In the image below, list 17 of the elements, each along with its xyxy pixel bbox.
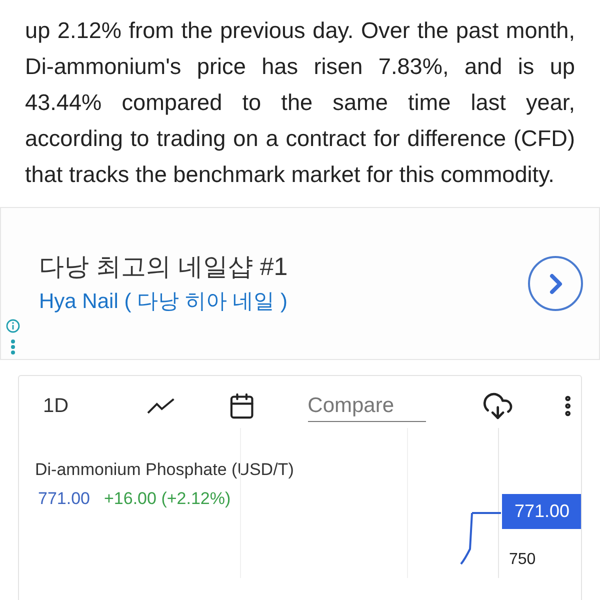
compare-field[interactable]: Compare: [308, 390, 426, 422]
more-icon[interactable]: [10, 339, 16, 355]
next-button[interactable]: [528, 256, 583, 311]
ad-banner[interactable]: 다낭 최고의 네일샵 #1 Hya Nail ( 다낭 히아 네일 ): [0, 207, 600, 360]
article-paragraph: up 2.12% from the previous day. Over the past month, Di-ammonium's price has risen 7.83%, and is up 43.44% compared to the same time last year, according to trading on a contract for difference (CFD) that tracks the benchmark market for this commodity.: [25, 17, 575, 189]
price-tag: 771.00: [502, 494, 581, 529]
axis-label: 750: [509, 550, 536, 570]
line-chart-icon[interactable]: [146, 396, 176, 416]
chart-title: Di-ammonium Phosphate (USD/T): [35, 459, 295, 481]
ad-headline: 다낭 최고의 네일샵 #1: [39, 252, 288, 282]
calendar-icon[interactable]: [228, 392, 256, 420]
price-change: +16.00 (+2.12%): [104, 488, 231, 510]
ad-advertiser: Hya Nail ( 다낭 히아 네일 ): [39, 288, 288, 314]
current-price: 771.00: [38, 488, 90, 510]
download-icon[interactable]: [482, 390, 514, 422]
interval-button[interactable]: 1D: [43, 391, 102, 421]
info-icon[interactable]: [6, 319, 20, 333]
